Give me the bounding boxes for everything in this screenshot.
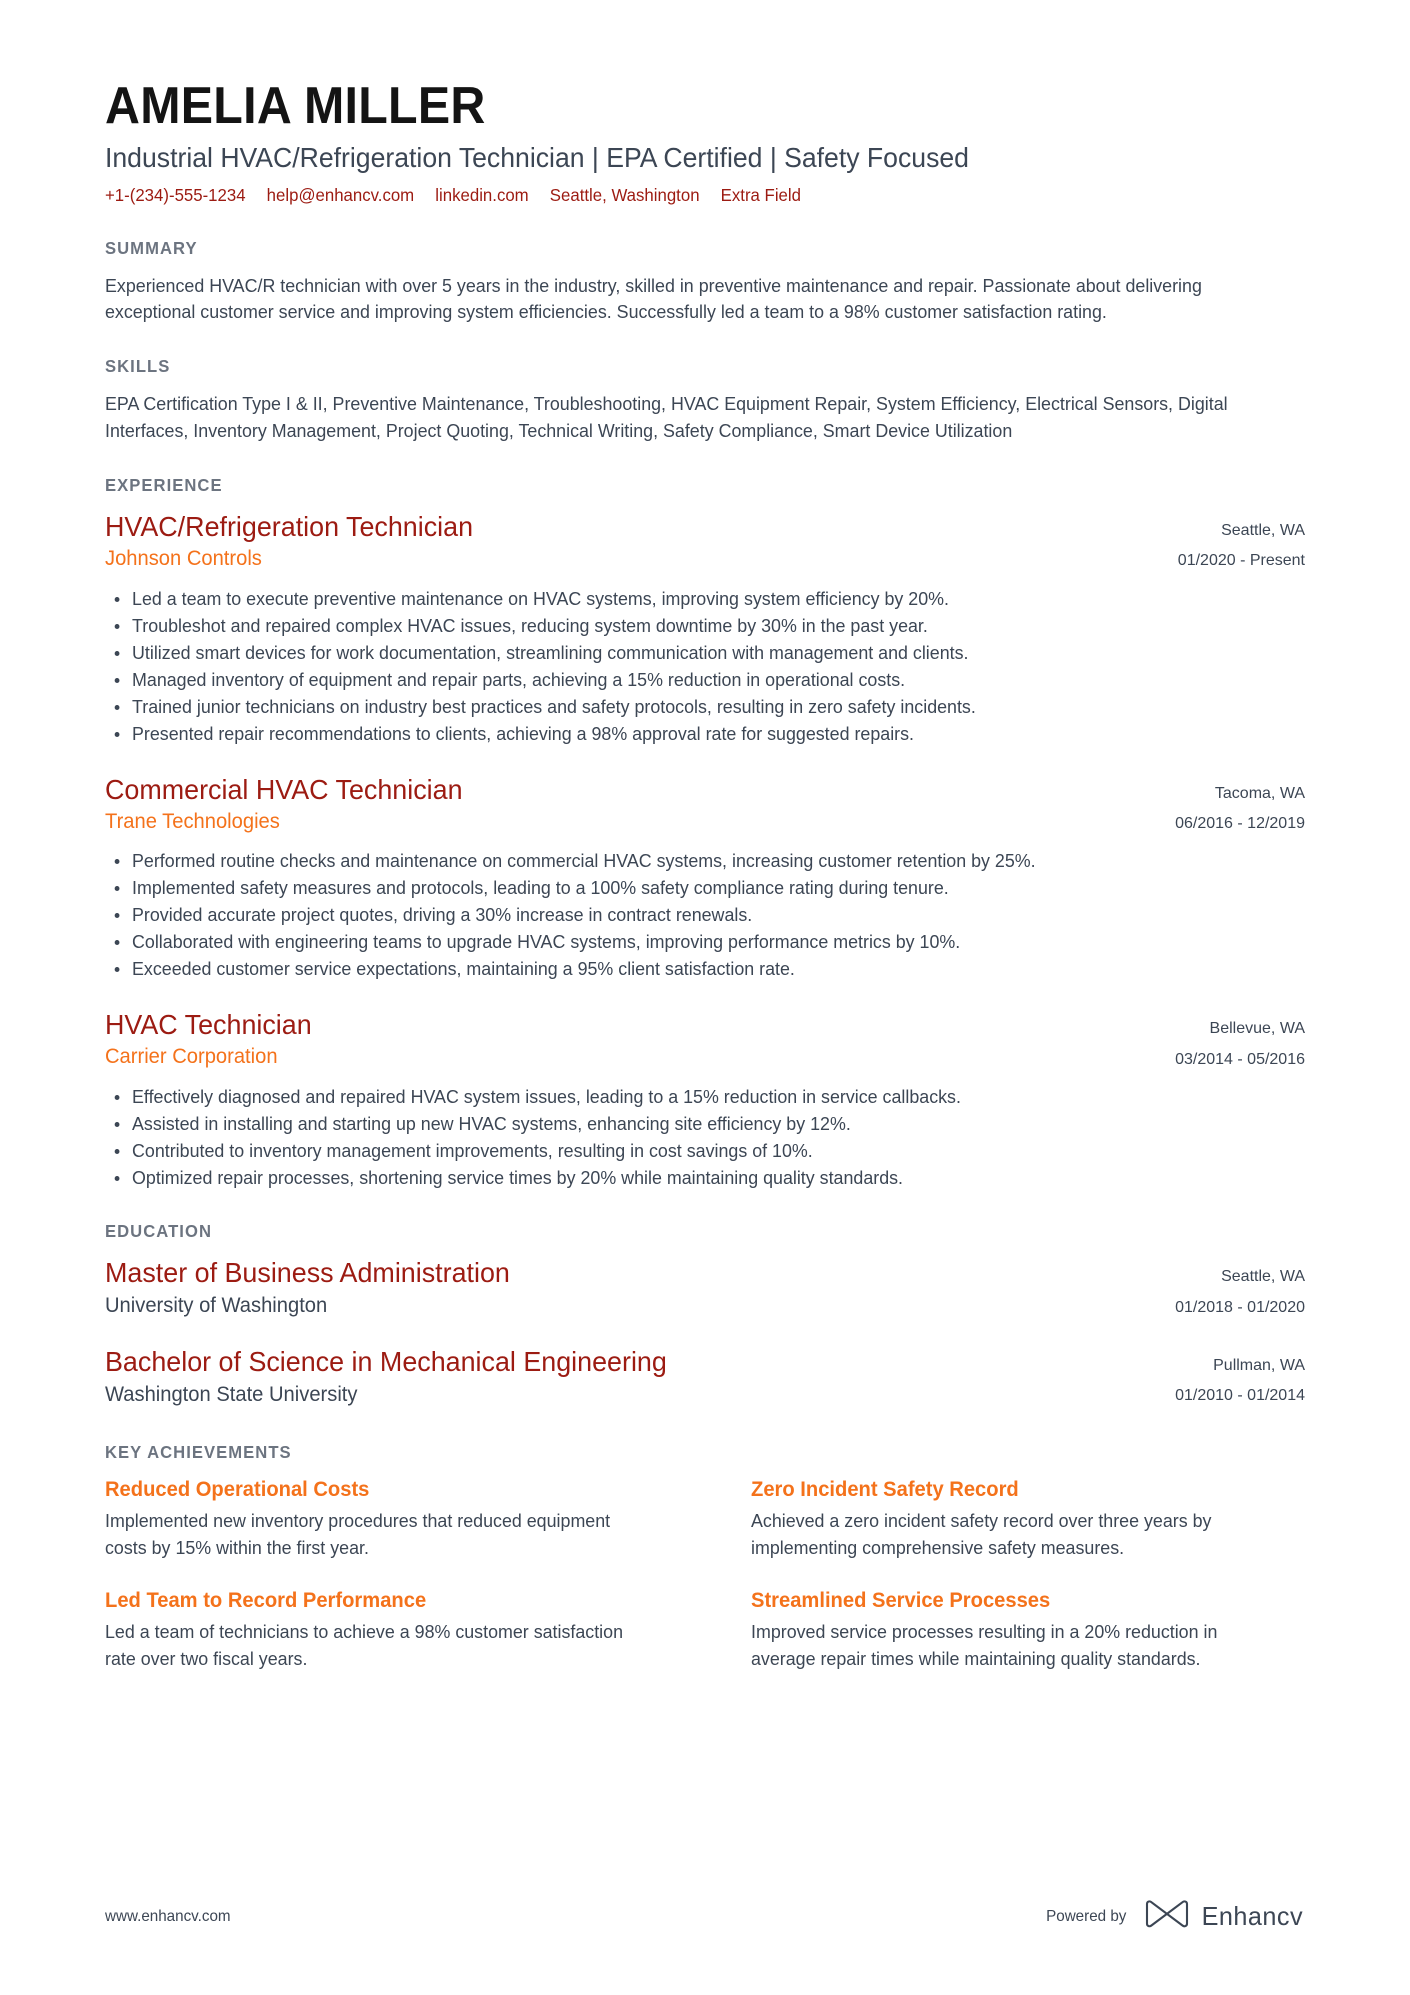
experience-entry-head: HVAC Technician Carrier Corporation Bell… <box>105 1008 1305 1075</box>
footer-brand: Powered by Enhancv <box>1044 1900 1305 1933</box>
list-item: Exceeded customer service expectations, … <box>105 955 1263 982</box>
experience-entry-head: HVAC/Refrigeration Technician Johnson Co… <box>105 510 1305 577</box>
enhancv-logo: Enhancv <box>1144 1900 1305 1933</box>
contact-phone[interactable]: +1-(234)-555-1234 <box>105 184 246 208</box>
list-item: Collaborated with engineering teams to u… <box>105 928 1263 955</box>
page-footer: www.enhancv.com Powered by Enhancv <box>105 1900 1305 1933</box>
education-location: Seattle, WA <box>1221 1268 1305 1286</box>
experience-entry: HVAC Technician Carrier Corporation Bell… <box>105 1008 1305 1191</box>
achievement-item: Zero Incident Safety Record Achieved a z… <box>751 1477 1305 1562</box>
section-title-skills: SKILLS <box>105 356 171 377</box>
education-entry-head: Master of Business Administration Univer… <box>105 1256 1305 1323</box>
job-bullet-list: Led a team to execute preventive mainten… <box>105 585 1305 747</box>
achievement-title: Zero Incident Safety Record <box>751 1477 1019 1501</box>
education-dates: 01/2018 - 01/2020 <box>1175 1298 1305 1316</box>
experience-entry-head: Commercial HVAC Technician Trane Technol… <box>105 773 1305 840</box>
achievement-title: Led Team to Record Performance <box>105 1588 427 1612</box>
section-title-key-achievements: KEY ACHIEVEMENTS <box>105 1441 292 1462</box>
job-title: HVAC Technician <box>105 1009 312 1041</box>
list-item: Implemented safety measures and protocol… <box>105 874 1263 901</box>
list-item: Troubleshot and repaired complex HVAC is… <box>105 612 1263 639</box>
list-item: Provided accurate project quotes, drivin… <box>105 901 1263 928</box>
education-dates: 01/2010 - 01/2014 <box>1175 1387 1305 1405</box>
job-bullet-list: Effectively diagnosed and repaired HVAC … <box>105 1083 1305 1191</box>
school-name: University of Washington <box>105 1293 328 1317</box>
job-title: HVAC/Refrigeration Technician <box>105 510 474 542</box>
education-entry: Bachelor of Science in Mechanical Engine… <box>105 1345 1305 1412</box>
resume-page: AMELIA MILLER Industrial HVAC/Refrigerat… <box>0 0 1410 1995</box>
section-title-education: EDUCATION <box>105 1221 213 1242</box>
degree-title: Bachelor of Science in Mechanical Engine… <box>105 1345 667 1377</box>
section-summary: SUMMARY Experienced HVAC/R technician wi… <box>105 238 1305 327</box>
contact-location: Seattle, Washington <box>549 184 700 205</box>
achievement-description: Achieved a zero incident safety record o… <box>751 1510 1212 1558</box>
list-item: Utilized smart devices for work document… <box>105 639 1263 666</box>
achievement-item: Streamlined Service Processes Improved s… <box>751 1588 1305 1673</box>
list-item: Effectively diagnosed and repaired HVAC … <box>105 1083 1263 1110</box>
section-key-achievements: KEY ACHIEVEMENTS Reduced Operational Cos… <box>105 1442 1305 1673</box>
list-item: Assisted in installing and starting up n… <box>105 1110 1263 1137</box>
section-title-summary: SUMMARY <box>105 237 198 258</box>
headline: Industrial HVAC/Refrigeration Technician… <box>105 142 969 174</box>
contact-email[interactable]: help@enhancv.com <box>267 184 414 208</box>
achievement-description: Improved service processes resulting in … <box>751 1620 1218 1669</box>
job-bullet-list: Performed routine checks and maintenance… <box>105 847 1305 982</box>
resume-header: AMELIA MILLER Industrial HVAC/Refrigerat… <box>105 78 1305 208</box>
school-name: Washington State University <box>105 1382 358 1406</box>
summary-text: Experienced HVAC/R technician with over … <box>105 274 1202 323</box>
list-item: Performed routine checks and maintenance… <box>105 847 1263 874</box>
education-entry: Master of Business Administration Univer… <box>105 1256 1305 1323</box>
list-item: Managed inventory of equipment and repai… <box>105 666 1263 693</box>
skills-text: EPA Certification Type I & II, Preventiv… <box>105 393 1228 442</box>
job-dates: 06/2016 - 12/2019 <box>1175 815 1305 833</box>
experience-entry: HVAC/Refrigeration Technician Johnson Co… <box>105 510 1305 747</box>
page-title: AMELIA MILLER <box>105 77 486 135</box>
contact-row: +1-(234)-555-1234 help@enhancv.com linke… <box>105 184 1257 208</box>
powered-by-label: Powered by <box>1045 1907 1127 1925</box>
job-location: Seattle, WA <box>1221 521 1305 539</box>
education-location: Pullman, WA <box>1213 1356 1305 1374</box>
experience-entry: Commercial HVAC Technician Trane Technol… <box>105 773 1305 983</box>
list-item: Trained junior technicians on industry b… <box>105 693 1263 720</box>
brand-name: Enhancv <box>1201 1901 1304 1931</box>
list-item: Led a team to execute preventive mainten… <box>105 585 1263 612</box>
section-experience: EXPERIENCE HVAC/Refrigeration Technician… <box>105 475 1305 1191</box>
list-item: Optimized repair processes, shortening s… <box>105 1164 1263 1191</box>
achievement-description: Led a team of technicians to achieve a 9… <box>105 1620 624 1669</box>
job-location: Bellevue, WA <box>1209 1020 1305 1038</box>
section-education: EDUCATION Master of Business Administrat… <box>105 1221 1305 1412</box>
infinity-icon <box>1144 1900 1190 1933</box>
list-item: Contributed to inventory management impr… <box>105 1137 1263 1164</box>
company-name: Trane Technologies <box>105 809 280 833</box>
list-item: Presented repair recommendations to clie… <box>105 720 1263 747</box>
section-title-experience: EXPERIENCE <box>105 474 223 495</box>
contact-linkedin[interactable]: linkedin.com <box>435 184 528 208</box>
achievement-description: Implemented new inventory procedures tha… <box>105 1510 611 1558</box>
contact-extra-field: Extra Field <box>720 184 801 205</box>
section-skills: SKILLS EPA Certification Type I & II, Pr… <box>105 356 1305 445</box>
achievement-item: Reduced Operational Costs Implemented ne… <box>105 1477 659 1562</box>
education-entry-head: Bachelor of Science in Mechanical Engine… <box>105 1345 1305 1412</box>
company-name: Johnson Controls <box>105 546 262 570</box>
footer-website-url[interactable]: www.enhancv.com <box>105 1908 231 1926</box>
job-dates: 01/2020 - Present <box>1177 552 1305 570</box>
achievement-item: Led Team to Record Performance Led a tea… <box>105 1588 659 1673</box>
achievement-title: Streamlined Service Processes <box>751 1588 1051 1612</box>
achievement-title: Reduced Operational Costs <box>105 1477 370 1501</box>
degree-title: Master of Business Administration <box>105 1257 510 1289</box>
job-location: Tacoma, WA <box>1214 784 1305 802</box>
job-dates: 03/2014 - 05/2016 <box>1175 1050 1305 1068</box>
achievements-grid: Reduced Operational Costs Implemented ne… <box>105 1477 1305 1673</box>
job-title: Commercial HVAC Technician <box>105 773 463 805</box>
company-name: Carrier Corporation <box>105 1045 278 1069</box>
